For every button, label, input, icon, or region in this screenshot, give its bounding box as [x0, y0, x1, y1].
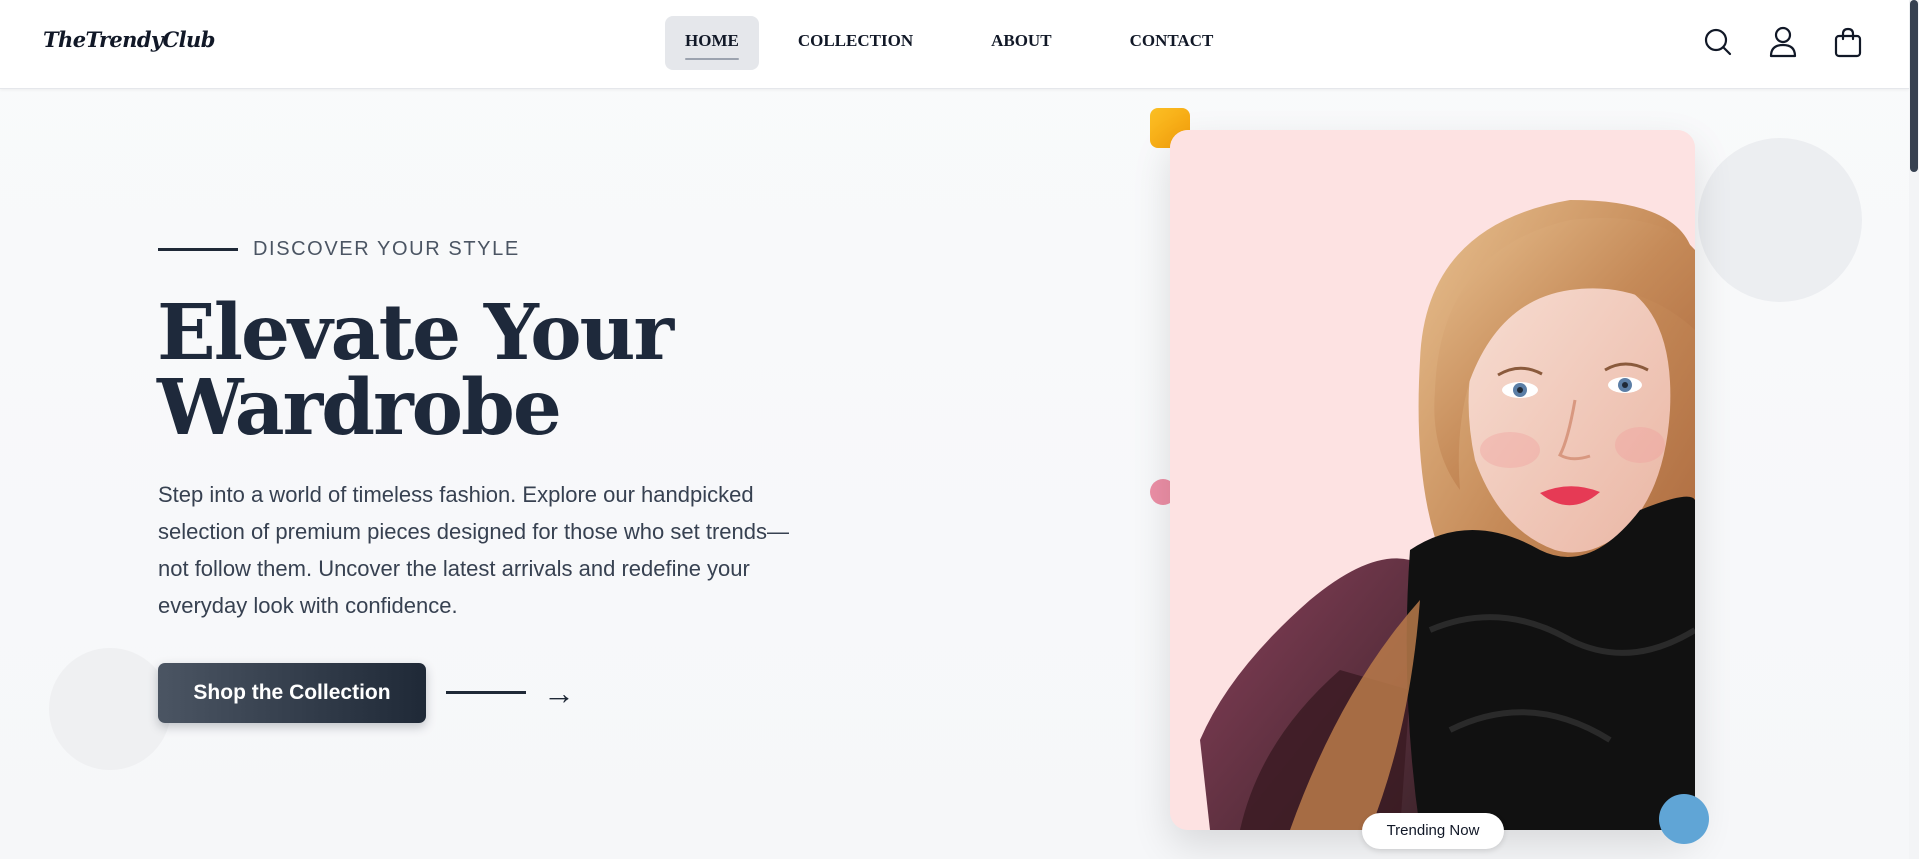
nav-about[interactable]: ABOUT	[971, 16, 1071, 70]
decorative-circle-left	[49, 648, 171, 770]
nav-home[interactable]: HOME	[665, 16, 759, 70]
hero-eyebrow: DISCOVER YOUR STYLE	[158, 238, 520, 261]
search-icon[interactable]	[1700, 24, 1736, 60]
headline-line-2: Wardrobe	[157, 363, 562, 453]
headline-line-1: Elevate Your	[157, 288, 674, 378]
nav-collection[interactable]: COLLECTION	[778, 16, 933, 70]
decorative-circle-right	[1698, 138, 1862, 302]
decorative-dot-blue	[1659, 794, 1709, 844]
shop-collection-button[interactable]: Shop the Collection	[158, 663, 426, 723]
site-header: TheTrendyClub HOME COLLECTION ABOUT CONT…	[0, 0, 1909, 89]
model-portrait-illustration	[1170, 130, 1695, 830]
brand-logo[interactable]: TheTrendyClub	[43, 27, 215, 52]
eyebrow-divider	[158, 248, 238, 251]
arrow-line	[446, 691, 526, 694]
main-nav: HOME COLLECTION ABOUT CONTACT	[665, 16, 1233, 70]
eyebrow-text: DISCOVER YOUR STYLE	[253, 238, 520, 260]
header-actions	[1700, 24, 1866, 60]
nav-contact[interactable]: CONTACT	[1110, 16, 1234, 70]
arrow-right-icon[interactable]: →	[543, 675, 575, 712]
trending-badge: Trending Now	[1362, 813, 1504, 849]
hero-description: Step into a world of timeless fashion. E…	[158, 482, 789, 618]
featured-model-image[interactable]	[1170, 130, 1695, 830]
user-icon[interactable]	[1765, 24, 1801, 60]
shopping-bag-icon[interactable]	[1830, 24, 1866, 60]
hero-headline: Elevate Your Wardrobe	[157, 288, 857, 453]
page-scrollbar[interactable]	[1909, 0, 1919, 859]
scrollbar-thumb[interactable]	[1910, 0, 1918, 172]
